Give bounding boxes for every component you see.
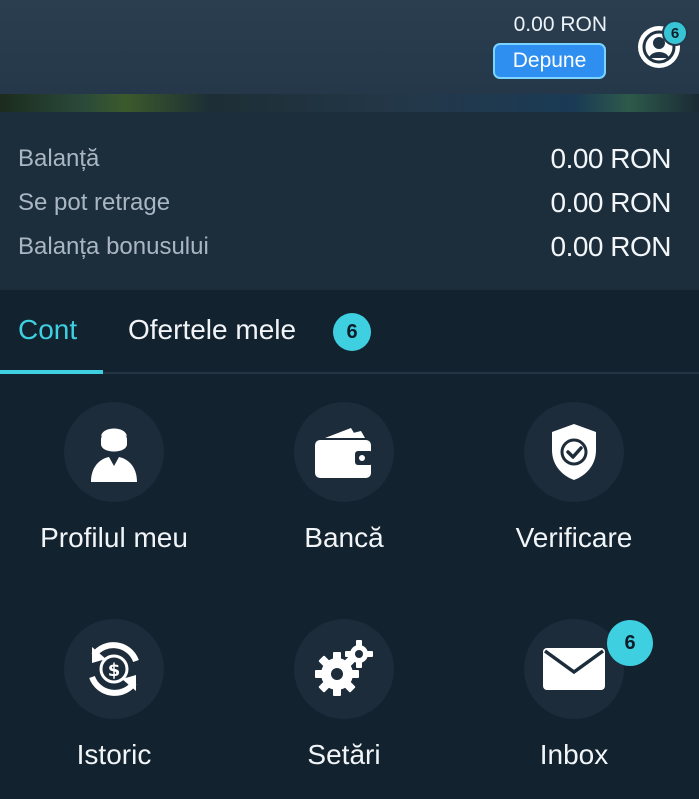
balance-label: Balanță bbox=[18, 145, 100, 172]
money-history-icon: $ bbox=[89, 642, 139, 696]
shield-check-icon bbox=[552, 424, 596, 480]
offers-count-badge: 6 bbox=[333, 313, 371, 351]
user-profile-icon bbox=[91, 428, 137, 482]
withdrawable-row: Se pot retrage 0.00 RON bbox=[18, 187, 671, 219]
bonus-balance-value: 0.00 RON bbox=[550, 231, 672, 262]
menu-label: Istoric bbox=[76, 739, 152, 770]
balance-panel: Balanță 0.00 RON Se pot retrage 0.00 RON… bbox=[0, 112, 699, 290]
menu-tile-verification[interactable]: Verificare bbox=[464, 402, 684, 582]
menu-tile-history[interactable]: $ Istoric bbox=[4, 619, 224, 799]
withdrawable-label: Se pot retrage bbox=[18, 189, 171, 216]
menu-label: Setări bbox=[307, 739, 381, 770]
tab-cont[interactable]: Cont bbox=[18, 314, 77, 346]
menu-label: Profilul meu bbox=[40, 522, 188, 553]
menu-tile-profile[interactable]: Profilul meu bbox=[4, 402, 224, 582]
top-header: 0.00 RON Depune 6 bbox=[0, 0, 699, 94]
balance-value: 0.00 RON bbox=[550, 143, 672, 174]
menu-tile-bank[interactable]: Bancă bbox=[234, 402, 454, 582]
gears-icon bbox=[315, 640, 373, 696]
tab-my-offers[interactable]: Ofertele mele bbox=[128, 314, 296, 346]
bonus-balance-row: Balanța bonusului 0.00 RON bbox=[18, 231, 671, 263]
balance-row: Balanță 0.00 RON bbox=[18, 143, 671, 175]
header-balance: 0.00 RON bbox=[513, 13, 607, 36]
svg-text:$: $ bbox=[108, 660, 121, 681]
envelope-icon bbox=[543, 648, 605, 690]
active-tab-indicator bbox=[0, 370, 103, 374]
wallet-icon bbox=[315, 428, 373, 478]
deposit-button[interactable]: Depune bbox=[493, 43, 606, 79]
tab-bar: Cont Ofertele mele 6 bbox=[0, 290, 699, 374]
banner-image-strip bbox=[0, 94, 699, 112]
withdrawable-value: 0.00 RON bbox=[550, 187, 672, 218]
menu-label: Bancă bbox=[304, 522, 384, 553]
inbox-count-badge: 6 bbox=[607, 620, 653, 666]
bonus-balance-label: Balanța bonusului bbox=[18, 233, 209, 260]
menu-tile-settings[interactable]: Setări bbox=[234, 619, 454, 799]
menu-label: Verificare bbox=[515, 522, 633, 553]
menu-label: Inbox bbox=[539, 739, 609, 770]
notification-badge: 6 bbox=[662, 20, 688, 46]
